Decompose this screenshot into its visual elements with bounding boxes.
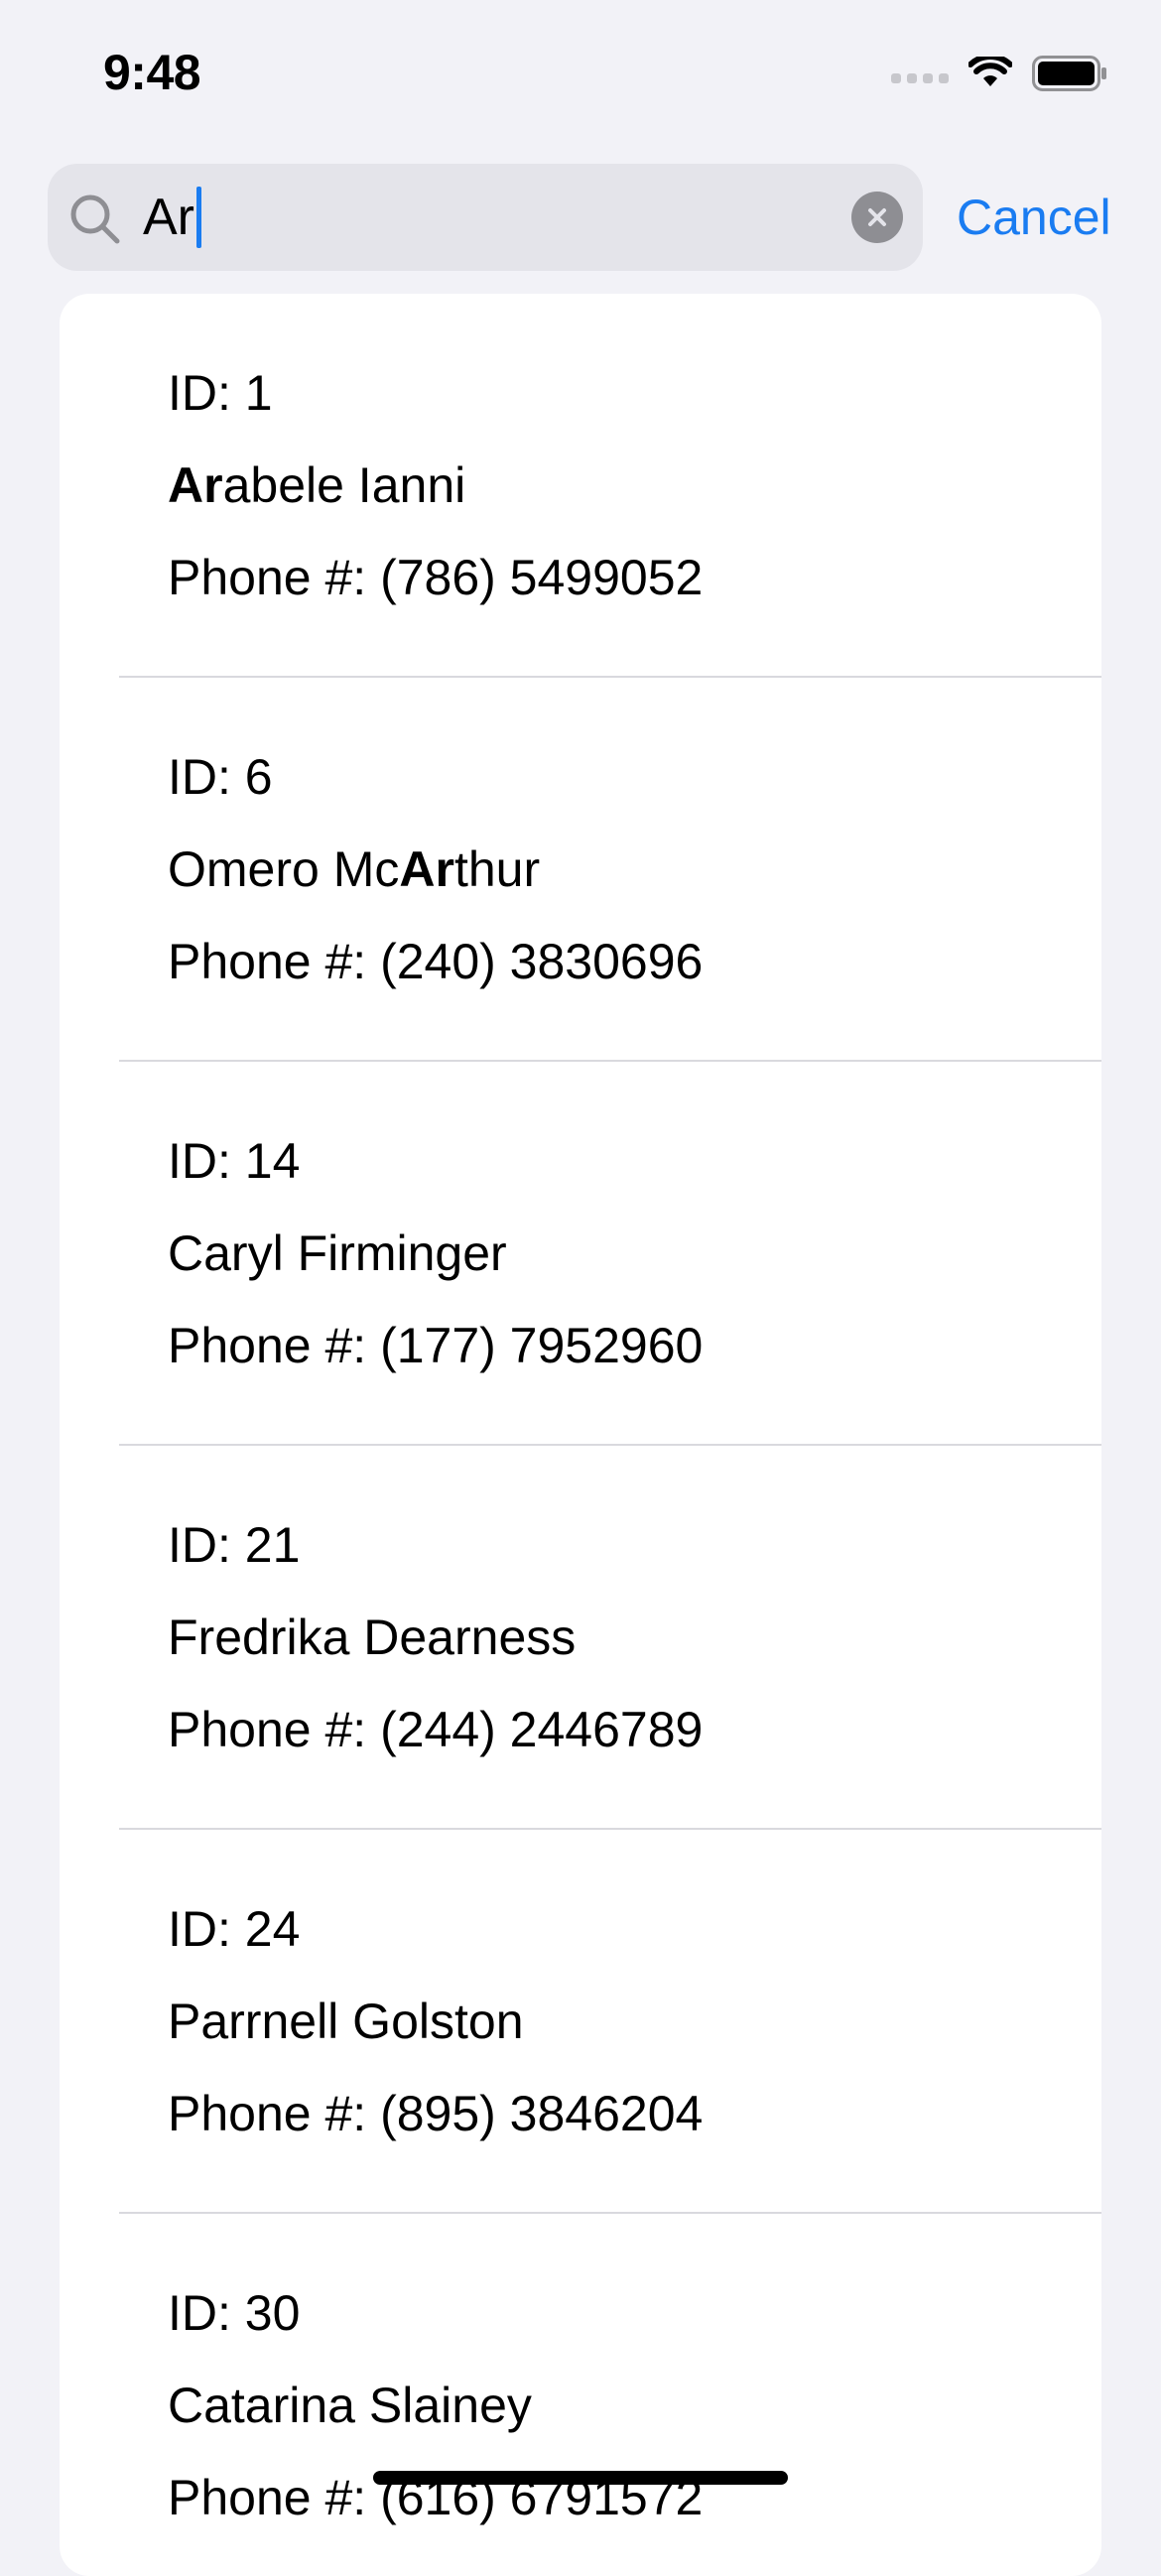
item-name: Catarina Slainey	[168, 2378, 532, 2433]
cancel-button[interactable]: Cancel	[957, 164, 1111, 271]
item-id: ID: 30	[168, 2285, 301, 2341]
search-row: Ar Cancel	[48, 164, 1113, 271]
item-phone: Phone #: (895) 3846204	[168, 2086, 704, 2141]
battery-icon	[1032, 56, 1106, 91]
close-icon	[868, 208, 886, 226]
item-phone: Phone #: (244) 2446789	[168, 1702, 704, 1757]
wifi-icon	[968, 57, 1012, 86]
item-name: Parrnell Golston	[168, 1994, 524, 2049]
list-item[interactable]: ID: 30 Catarina Slainey Phone #: (616) 6…	[60, 2214, 1101, 2576]
signal-icon	[891, 64, 949, 83]
item-name: Omero McArthur	[168, 841, 541, 897]
search-input[interactable]: Ar	[143, 186, 201, 249]
search-field[interactable]: Ar	[48, 164, 923, 271]
list-item[interactable]: ID: 6 Omero McArthur Phone #: (240) 3830…	[60, 678, 1101, 1062]
home-indicator[interactable]	[373, 2471, 788, 2485]
item-name: Fredrika Dearness	[168, 1610, 577, 1665]
results-list: ID: 1 Arabele Ianni Phone #: (786) 54990…	[60, 294, 1101, 2576]
status-bar: 9:48	[0, 0, 1161, 149]
item-id: ID: 21	[168, 1517, 301, 1573]
list-item[interactable]: ID: 24 Parrnell Golston Phone #: (895) 3…	[60, 1830, 1101, 2214]
item-id: ID: 24	[168, 1901, 301, 1957]
text-caret	[196, 187, 201, 248]
item-phone: Phone #: (177) 7952960	[168, 1318, 704, 1373]
item-phone: Phone #: (786) 5499052	[168, 550, 704, 605]
item-id: ID: 1	[168, 365, 273, 421]
status-icons	[891, 54, 1107, 93]
search-icon	[70, 194, 120, 244]
item-name: Caryl Firminger	[168, 1225, 507, 1281]
list-item[interactable]: ID: 21 Fredrika Dearness Phone #: (244) …	[60, 1446, 1101, 1830]
item-name: Arabele Ianni	[168, 457, 466, 513]
search-query: Ar	[143, 189, 194, 246]
item-id: ID: 14	[168, 1133, 301, 1189]
list-item[interactable]: ID: 1 Arabele Ianni Phone #: (786) 54990…	[60, 294, 1101, 678]
item-phone: Phone #: (240) 3830696	[168, 934, 704, 989]
clear-icon[interactable]	[851, 192, 903, 243]
item-id: ID: 6	[168, 749, 273, 805]
list-item[interactable]: ID: 14 Caryl Firminger Phone #: (177) 79…	[60, 1062, 1101, 1446]
status-time: 9:48	[103, 45, 201, 100]
